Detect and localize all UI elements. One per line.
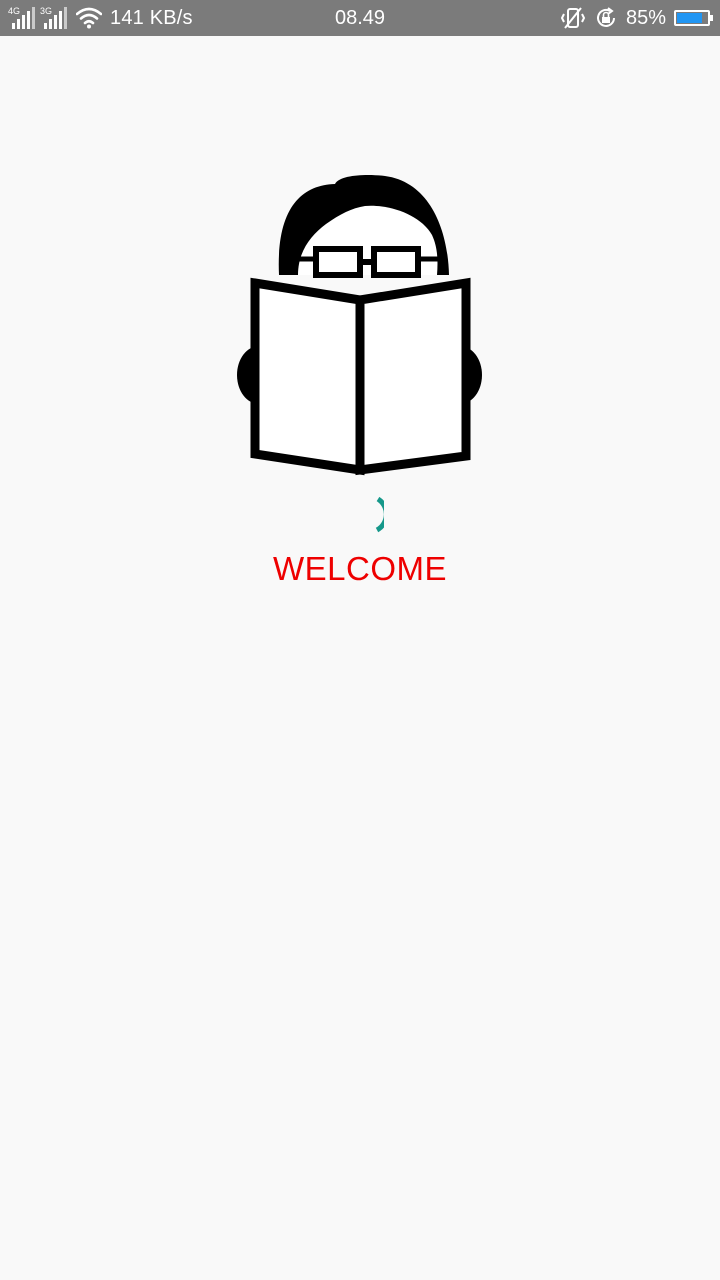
network-type-label: 4G <box>8 6 21 16</box>
network-speed: 141 KB/s <box>110 6 193 29</box>
reader-with-book-icon <box>237 174 482 476</box>
loading-spinner <box>375 496 384 533</box>
battery-fill <box>677 13 703 23</box>
welcome-text: WELCOME <box>272 550 447 587</box>
wifi-icon <box>76 7 102 29</box>
vibrate-icon <box>560 7 586 29</box>
status-left-group: 4G 3G 141 KB/s <box>8 0 193 36</box>
network-type-label: 3G <box>40 6 53 16</box>
signal-icon: 4G <box>8 7 36 29</box>
status-bar: 4G 3G 141 KB/s 08.49 85% <box>0 0 720 36</box>
battery-percentage: 85% <box>625 6 666 29</box>
signal-icon: 3G <box>40 7 68 29</box>
status-right-group: 85% <box>560 0 713 36</box>
rotation-lock-icon <box>596 7 615 27</box>
battery-icon <box>674 10 713 26</box>
